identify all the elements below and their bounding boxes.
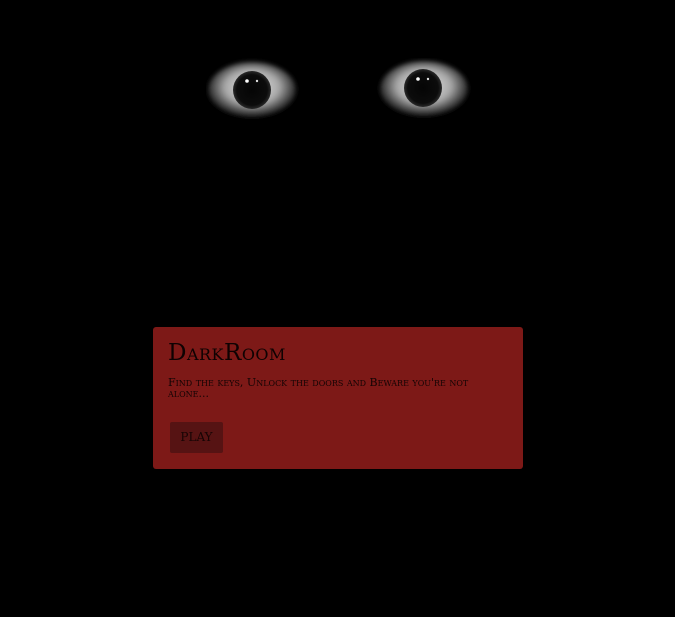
game-title: DarkRoom: [168, 340, 286, 366]
game-screen: DarkRoom Find the keys, Unlock the doors…: [0, 0, 675, 617]
right-eye-icon: [376, 58, 472, 124]
left-eye-icon: [206, 58, 302, 124]
game-description: Find the keys, Unlock the doors and Bewa…: [168, 376, 469, 400]
intro-panel: DarkRoom Find the keys, Unlock the doors…: [153, 327, 523, 469]
play-button[interactable]: PLAY: [170, 422, 223, 453]
